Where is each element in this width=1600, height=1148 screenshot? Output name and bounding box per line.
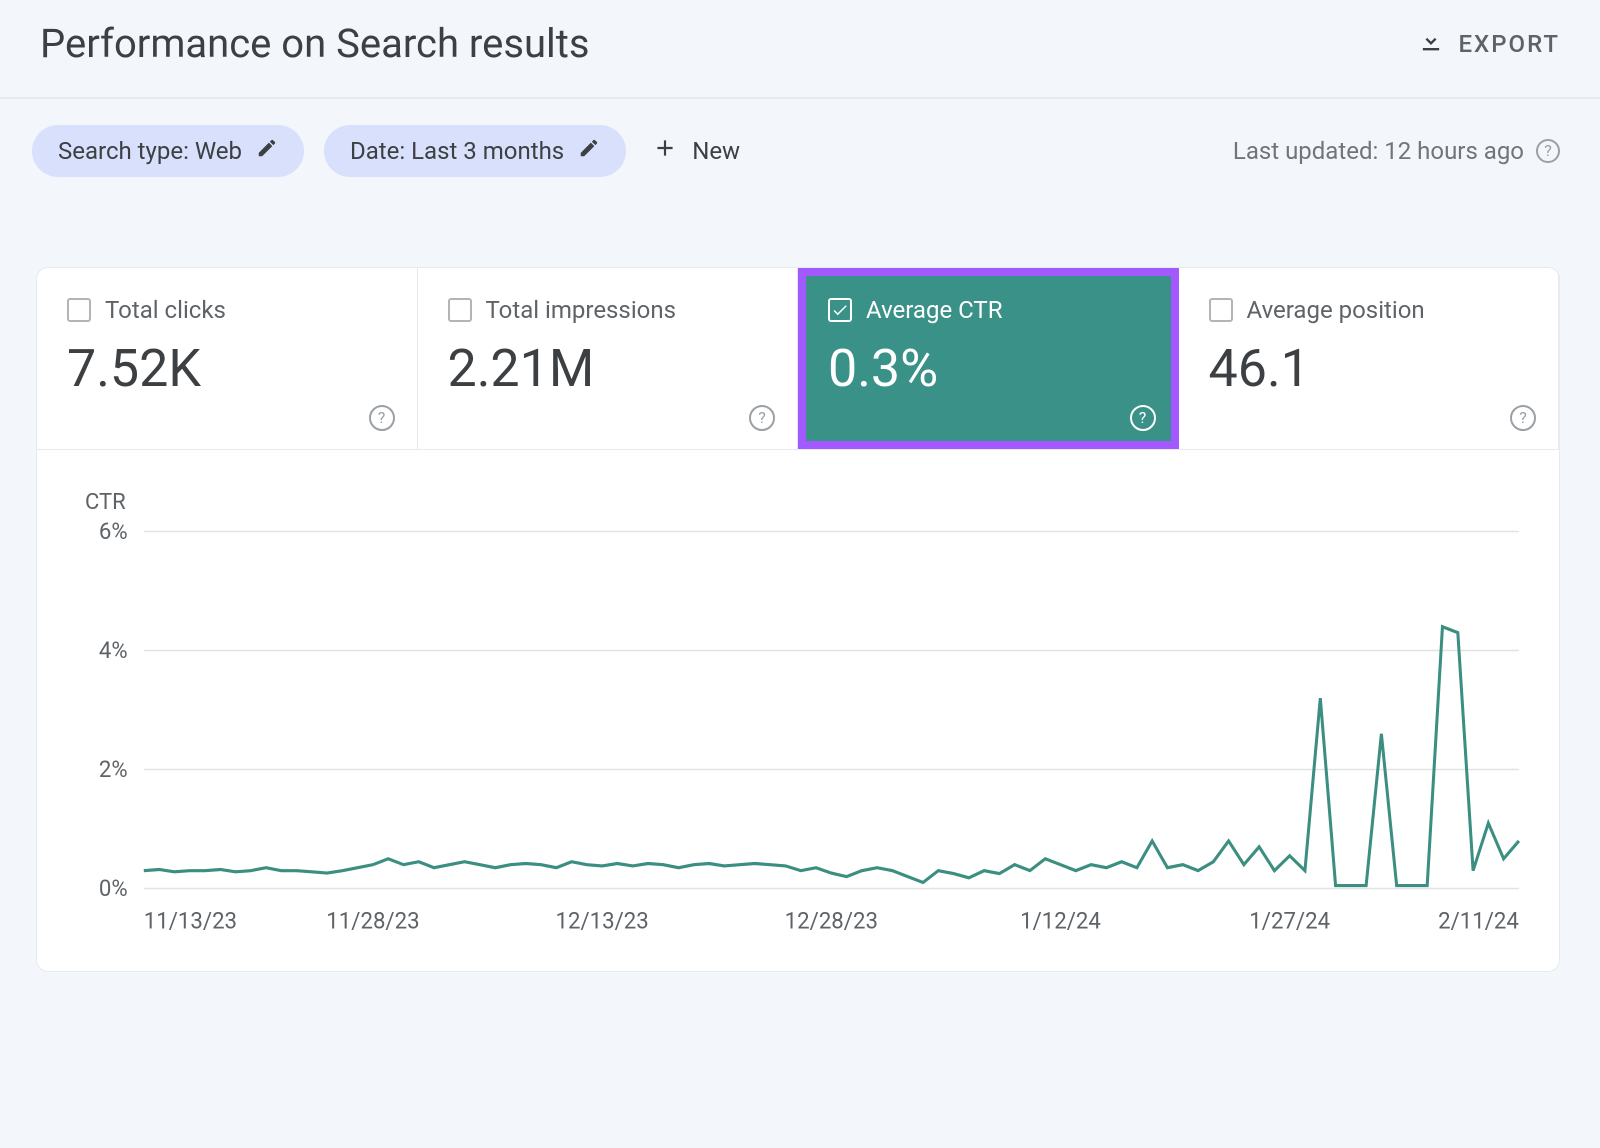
add-filter-button[interactable]: New [646, 125, 746, 177]
help-icon[interactable]: ? [749, 405, 775, 431]
filter-chip-label: Search type: Web [58, 137, 242, 165]
svg-text:11/28/23: 11/28/23 [326, 907, 419, 935]
pencil-icon [578, 137, 600, 165]
svg-text:1/12/24: 1/12/24 [1020, 907, 1101, 935]
svg-text:12/28/23: 12/28/23 [785, 907, 878, 935]
add-filter-label: New [692, 137, 740, 165]
svg-text:2%: 2% [99, 755, 128, 783]
filter-bar: Search type: Web Date: Last 3 months New… [0, 99, 1600, 217]
metric-label: Average CTR [866, 296, 1003, 324]
export-button[interactable]: EXPORT [1417, 27, 1561, 61]
export-label: EXPORT [1459, 30, 1561, 58]
checkbox-icon[interactable] [828, 298, 852, 322]
metric-value: 0.3% [828, 338, 1148, 399]
metric-tile-clicks[interactable]: Total clicks 7.52K? [37, 268, 418, 449]
filter-chip-date[interactable]: Date: Last 3 months [324, 125, 626, 177]
last-updated: Last updated: 12 hours ago ? [1233, 137, 1560, 165]
ctr-line-chart: 0% 2% 4% 6% 11/13/23 11/28/23 12/13/23 12/28/23… [73, 521, 1529, 941]
svg-text:1/27/24: 1/27/24 [1249, 907, 1330, 935]
svg-text:12/13/23: 12/13/23 [555, 907, 648, 935]
metric-tile-position[interactable]: Average position 46.1? [1179, 268, 1560, 449]
svg-text:6%: 6% [99, 521, 128, 545]
pencil-icon [256, 137, 278, 165]
filter-chip-label: Date: Last 3 months [350, 137, 564, 165]
chart-series-average-ctr [144, 627, 1519, 886]
help-icon[interactable]: ? [369, 405, 395, 431]
help-icon[interactable]: ? [1510, 405, 1536, 431]
metric-label: Total clicks [105, 296, 226, 324]
checkbox-icon[interactable] [1209, 298, 1233, 322]
metric-value: 7.52K [67, 338, 387, 399]
chart-axis-title: CTR [85, 490, 1529, 515]
metric-tile-ctr[interactable]: Average CTR 0.3%? [798, 268, 1179, 449]
last-updated-text: Last updated: 12 hours ago [1233, 137, 1524, 165]
metric-label: Total impressions [486, 296, 676, 324]
svg-text:0%: 0% [99, 874, 128, 902]
svg-text:11/13/23: 11/13/23 [144, 907, 237, 935]
help-icon[interactable]: ? [1130, 405, 1156, 431]
svg-text:2/11/24: 2/11/24 [1438, 907, 1519, 935]
performance-card: Total clicks 7.52K? Total impressions 2.21M… [36, 267, 1560, 972]
checkbox-icon[interactable] [448, 298, 472, 322]
metric-tile-impressions[interactable]: Total impressions 2.21M? [418, 268, 799, 449]
metric-value: 2.21M [448, 338, 768, 399]
filter-chip-search-type[interactable]: Search type: Web [32, 125, 304, 177]
help-icon[interactable]: ? [1536, 139, 1560, 163]
svg-text:4%: 4% [99, 636, 128, 664]
plus-icon [652, 135, 678, 167]
metric-value: 46.1 [1209, 338, 1529, 399]
metric-label: Average position [1247, 296, 1425, 324]
metrics-row: Total clicks 7.52K? Total impressions 2.21M… [37, 268, 1559, 450]
page-title: Performance on Search results [40, 20, 589, 67]
download-icon [1417, 27, 1445, 61]
checkbox-icon[interactable] [67, 298, 91, 322]
